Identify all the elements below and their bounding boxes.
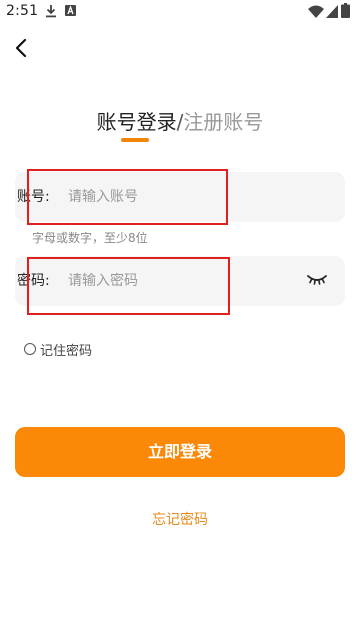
remember-password-label: 记住密码 xyxy=(40,343,93,359)
battery-icon xyxy=(341,3,350,18)
remember-password-toggle[interactable]: 记住密码 xyxy=(24,340,93,359)
active-tab-indicator xyxy=(121,138,149,142)
tab-register-account[interactable]: 注册账号 xyxy=(183,110,263,134)
signal-icon xyxy=(326,5,338,18)
password-field: 密码: xyxy=(15,256,345,306)
back-button[interactable] xyxy=(10,36,34,60)
auth-tabs: 账号登录/注册账号 xyxy=(0,108,360,136)
remember-radio-icon[interactable] xyxy=(24,343,36,355)
status-time: 2:51 xyxy=(6,3,39,19)
status-bar: 2:51 xyxy=(0,0,360,24)
eye-closed-icon[interactable] xyxy=(307,273,327,285)
password-label: 密码: xyxy=(17,273,50,289)
account-field: 账号: xyxy=(15,172,345,222)
a-icon xyxy=(65,5,76,16)
account-hint: 字母或数字，至少8位 xyxy=(32,231,148,245)
download-icon xyxy=(46,5,56,18)
account-label: 账号: xyxy=(17,189,50,205)
tab-account-login[interactable]: 账号登录 xyxy=(97,108,177,136)
wifi-icon xyxy=(308,5,324,18)
forgot-password-link[interactable]: 忘记密码 xyxy=(0,509,360,529)
password-input[interactable] xyxy=(68,256,298,306)
login-button[interactable]: 立即登录 xyxy=(15,427,345,477)
account-input[interactable] xyxy=(68,172,298,222)
